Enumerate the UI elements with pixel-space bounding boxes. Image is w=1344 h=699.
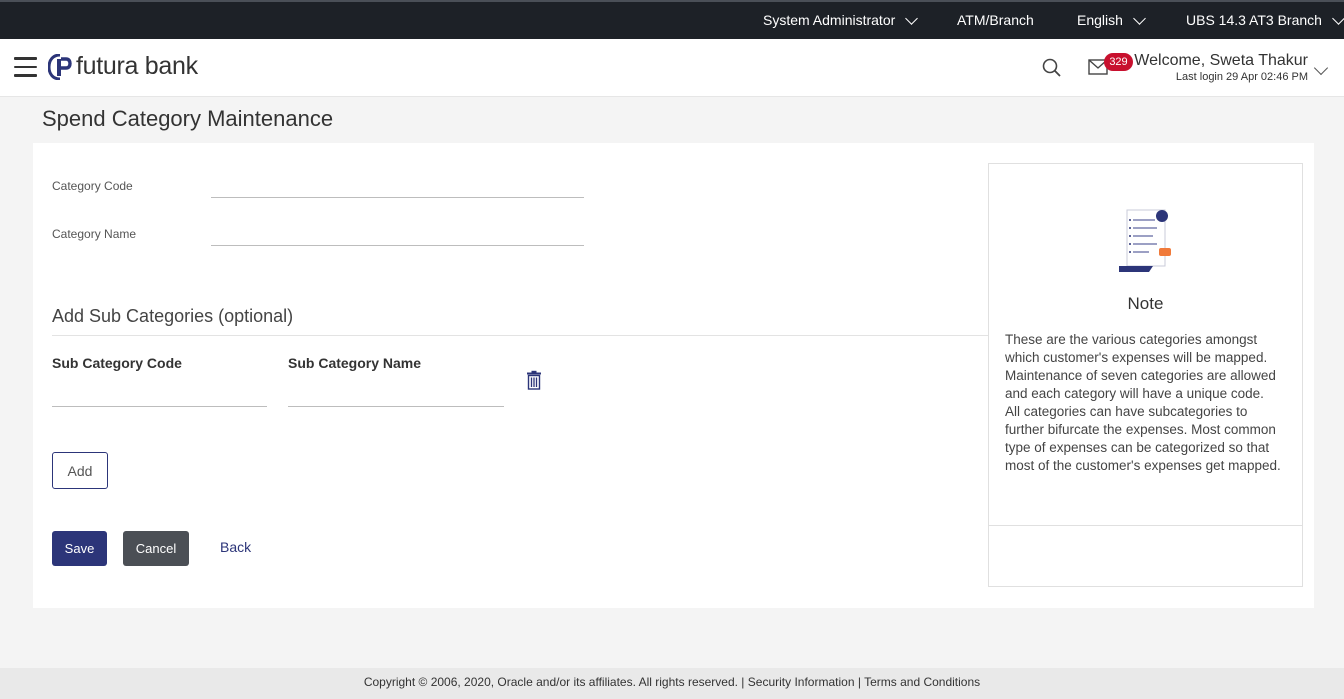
terms-and-conditions-link[interactable]: Terms and Conditions	[864, 675, 980, 689]
entity-label: UBS 14.3 AT3 Branch	[1186, 12, 1322, 28]
chevron-down-icon[interactable]	[1313, 60, 1329, 76]
note-panel: Note These are the various categories am…	[988, 163, 1303, 587]
category-name-label: Category Name	[52, 227, 137, 241]
category-code-label: Category Code	[52, 179, 133, 193]
language-label: English	[1077, 12, 1123, 28]
cancel-button[interactable]: Cancel	[123, 531, 189, 566]
note-paragraph-2: All categories can have subcategories to…	[1005, 404, 1281, 473]
welcome-text: Welcome, Sweta Thakur	[1134, 52, 1308, 69]
note-paragraph-1: These are the various categories amongst…	[1005, 332, 1276, 401]
category-code-input[interactable]	[211, 172, 584, 198]
page-title: Spend Category Maintenance	[42, 106, 334, 131]
save-button[interactable]: Save	[52, 531, 107, 566]
sub-category-code-header: Sub Category Code	[52, 355, 182, 371]
user-welcome[interactable]: Welcome, Sweta Thakur Last login 29 Apr …	[1134, 52, 1308, 83]
note-text: These are the various categories amongst…	[1005, 331, 1290, 475]
top-bar: System Administrator ATM/Branch English …	[0, 0, 1344, 39]
delete-icon[interactable]	[524, 370, 544, 395]
note-content: Note These are the various categories am…	[989, 164, 1302, 526]
footer-separator: |	[857, 675, 861, 689]
chevron-down-icon	[1133, 11, 1146, 25]
document-note-icon	[1117, 208, 1175, 281]
security-information-link[interactable]: Security Information	[748, 675, 855, 689]
sub-category-name-input[interactable]	[288, 381, 504, 407]
brand-name: futura bank	[76, 52, 198, 80]
last-login-text: Last login 29 Apr 02:46 PM	[1175, 71, 1308, 83]
search-icon[interactable]	[1041, 57, 1063, 84]
entity-menu[interactable]: UBS 14.3 AT3 Branch	[1186, 2, 1344, 39]
sub-categories-title: Add Sub Categories (optional)	[52, 306, 294, 326]
language-menu[interactable]: English	[1077, 2, 1146, 39]
user-role-menu[interactable]: System Administrator	[763, 2, 919, 39]
category-name-input[interactable]	[211, 220, 584, 246]
chevron-down-icon	[1332, 11, 1344, 25]
app-header: futura bank 329 Welcome, Sweta Thakur La…	[0, 39, 1344, 97]
mail-count-badge[interactable]: 329	[1104, 53, 1133, 71]
note-title: Note	[1127, 294, 1164, 313]
section-divider	[52, 335, 989, 336]
sub-category-code-input[interactable]	[52, 381, 267, 407]
brand-logo[interactable]: futura bank	[48, 52, 198, 81]
user-role-label: System Administrator	[763, 12, 896, 28]
add-sub-category-button[interactable]: Add	[52, 452, 108, 489]
atm-branch-link[interactable]: ATM/Branch	[957, 2, 1034, 39]
copyright-text: Copyright © 2006, 2020, Oracle and/or it…	[363, 675, 745, 689]
hamburger-menu-icon[interactable]	[14, 57, 37, 77]
chevron-down-icon	[905, 11, 919, 25]
atm-branch-label: ATM/Branch	[957, 12, 1034, 28]
back-link[interactable]: Back	[220, 539, 251, 555]
footer: Copyright © 2006, 2020, Oracle and/or it…	[0, 668, 1344, 699]
futura-logo-icon	[48, 53, 72, 80]
sub-category-name-header: Sub Category Name	[288, 355, 422, 371]
